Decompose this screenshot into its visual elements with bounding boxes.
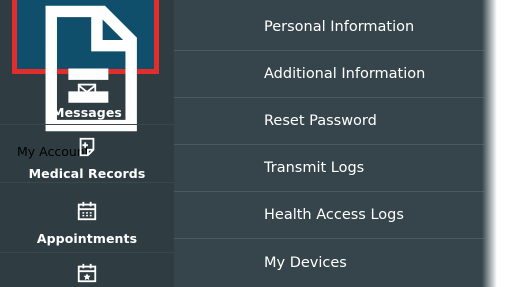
divider [0,124,174,125]
submenu-item-transmit-logs[interactable]: Transmit Logs [174,145,484,192]
submenu-item-label: Additional Information [264,66,426,82]
sidebar-item-messages[interactable]: Messages [0,78,174,124]
calendar-icon [75,200,99,222]
submenu-item-label: My Devices [264,254,347,271]
sidebar-item-appointments[interactable]: Appointments [0,184,174,246]
sidebar-item-my-account[interactable]: My Account [12,0,159,159]
submenu-item-label: Personal Information [264,19,415,35]
sidebar-item-medical-records[interactable]: Medical Records [0,126,174,181]
calendar-star-icon [75,262,99,284]
submenu-item-label: Transmit Logs [264,160,365,176]
divider [0,252,174,253]
sidebar-item-label: Appointments [36,231,138,246]
sidebar-item-label: Messages [52,105,122,120]
edge-fade [482,0,507,287]
app-root: My Account Messages Medical Records Appo… [0,0,507,287]
divider [0,182,174,183]
envelope-icon [75,80,99,102]
sidebar-item-label: Medical Records [28,166,146,181]
sidebar-item-calendar-star[interactable] [0,256,174,287]
submenu-item-health-access-logs[interactable]: Health Access Logs [174,192,484,239]
submenu-item-personal-information[interactable]: Personal Information [174,4,484,51]
medical-record-icon [75,136,99,158]
submenu-item-my-devices[interactable]: My Devices [174,239,484,286]
submenu-item-label: Health Access Logs [264,207,404,223]
account-submenu: Personal Information Additional Informat… [174,0,507,287]
submenu-item-reset-password[interactable]: Reset Password [174,98,484,145]
sidebar: My Account Messages Medical Records Appo… [0,0,174,287]
submenu-item-additional-information[interactable]: Additional Information [174,51,484,98]
submenu-item-label: Reset Password [264,113,377,129]
